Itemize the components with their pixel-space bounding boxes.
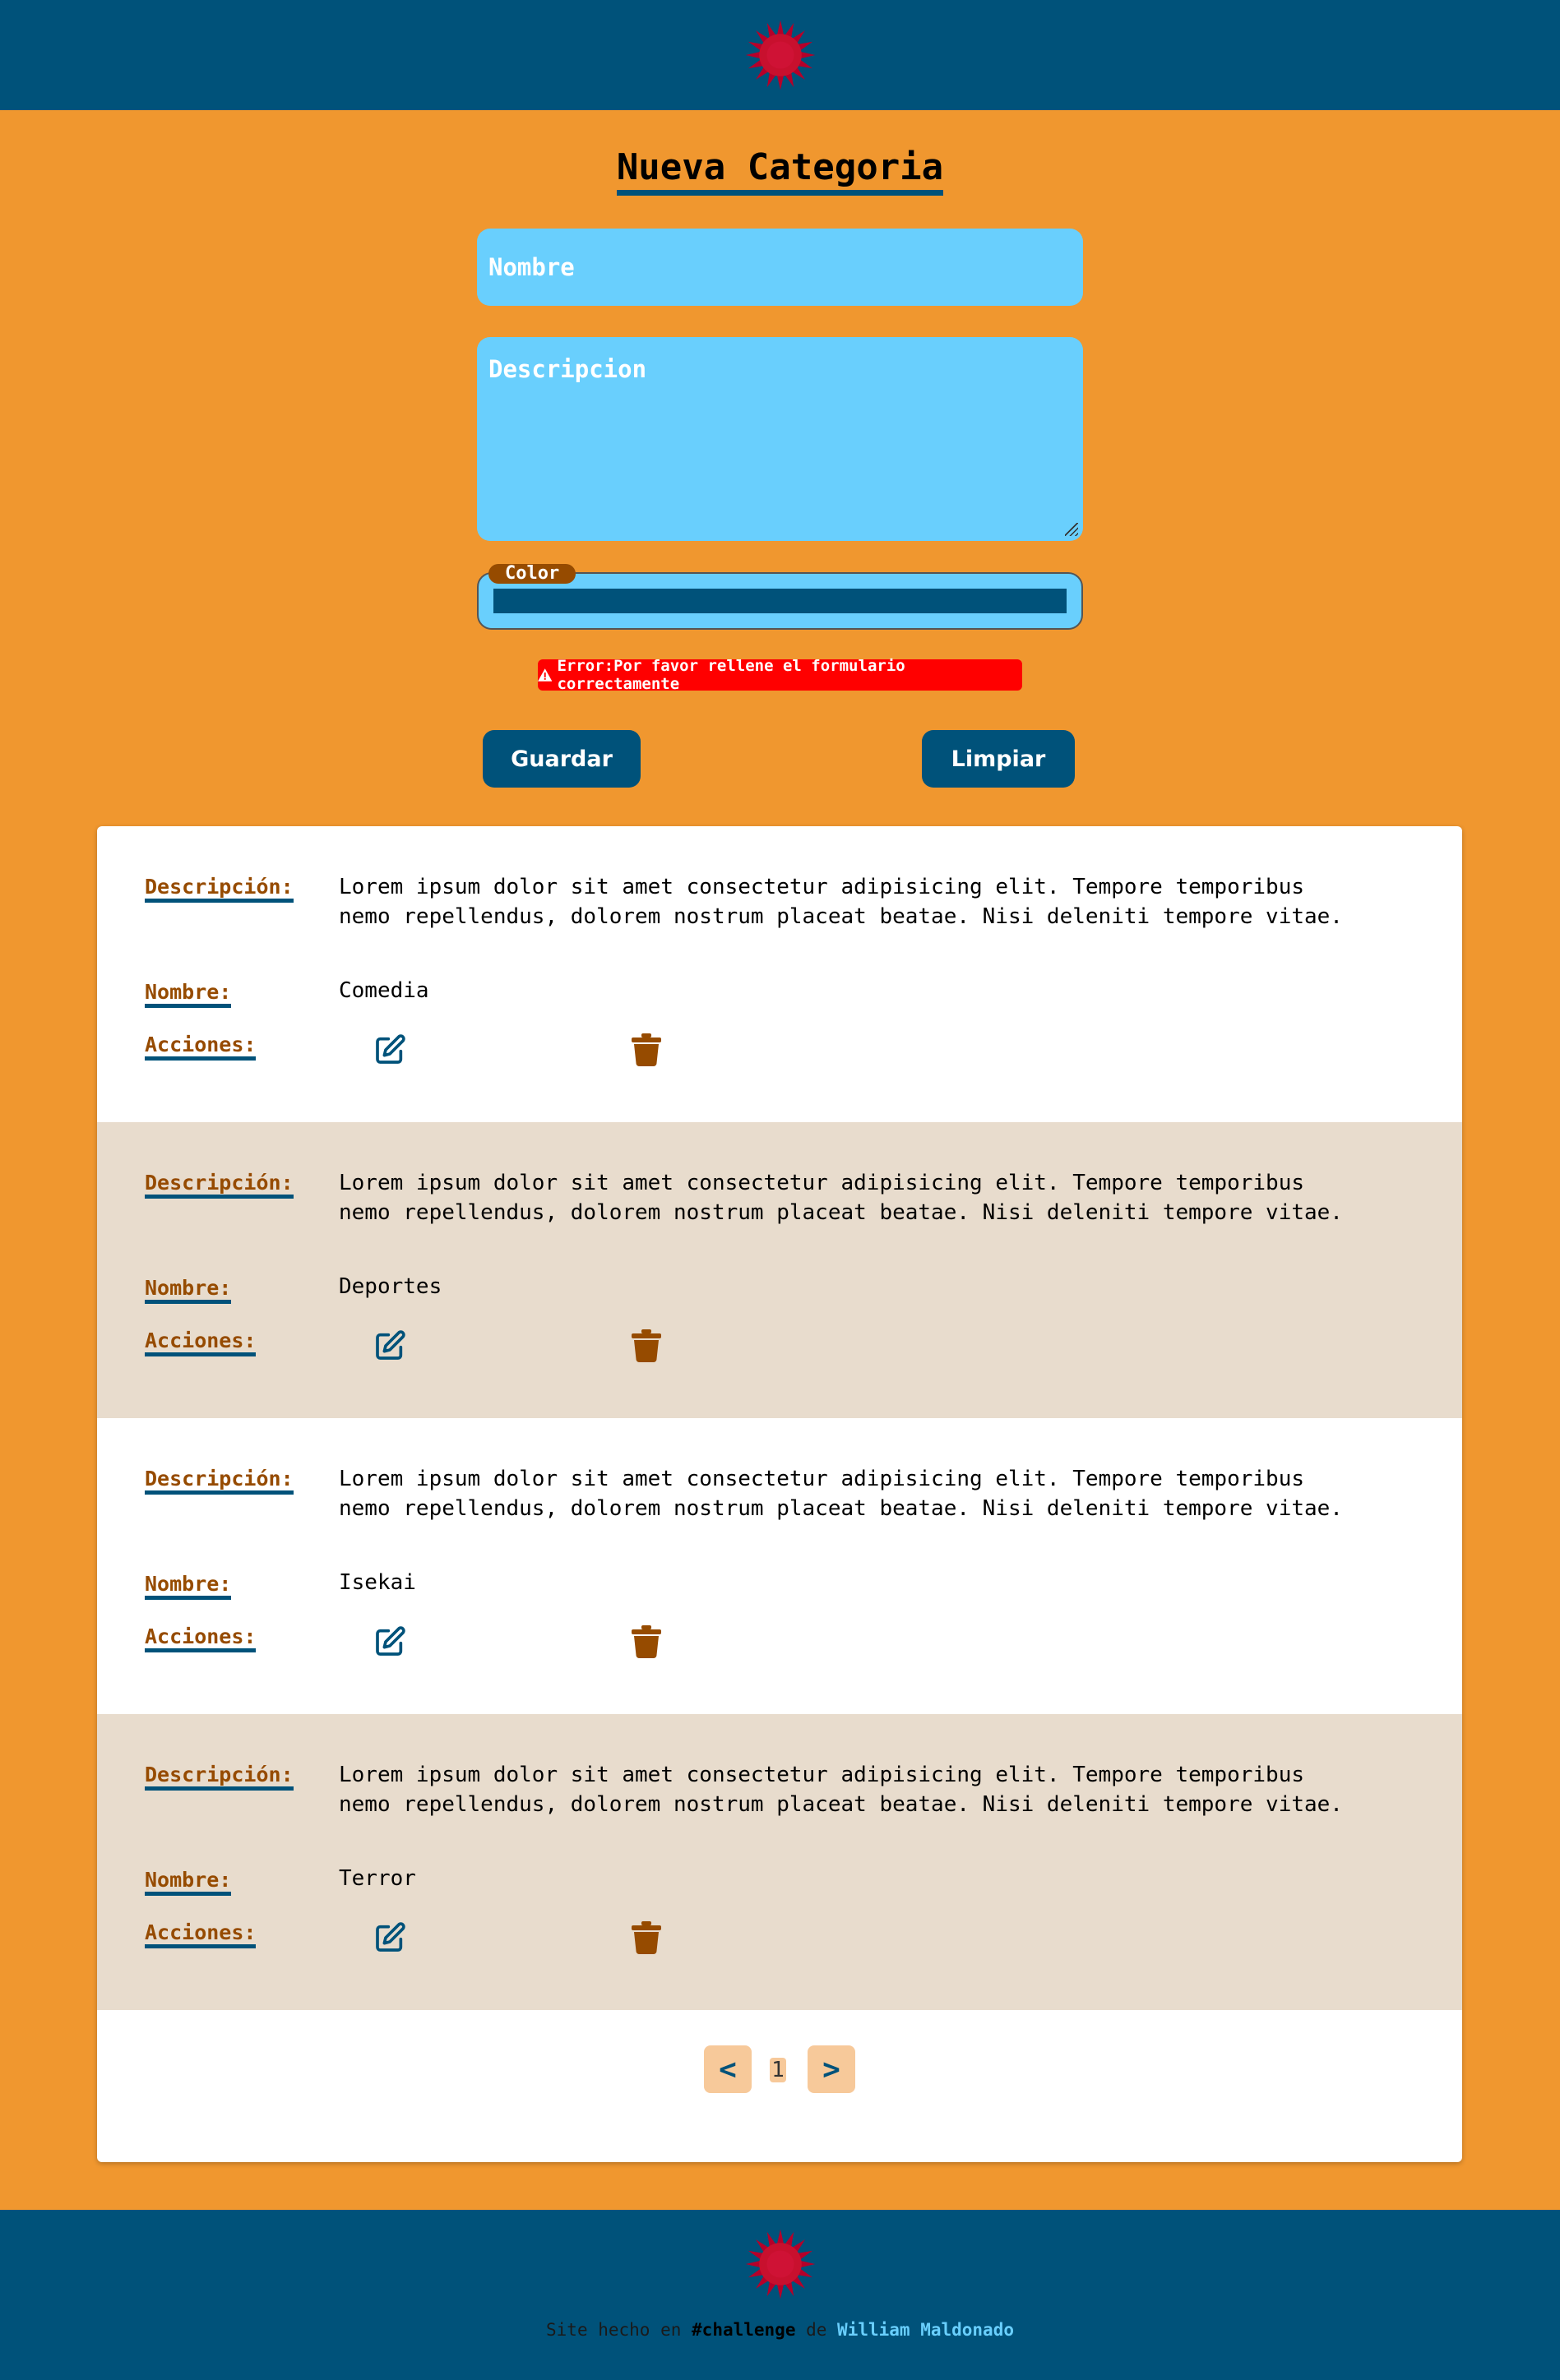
name-placeholder: Nombre [488,253,575,281]
name-label: Nombre: [145,1573,232,1600]
error-message: Error:Por favor rellene el formulario co… [538,657,1022,693]
category-description: Lorem ipsum dolor sit amet consectetur a… [339,1171,1343,1225]
trash-icon[interactable] [628,1328,664,1364]
challenge-tag: #challenge [692,2320,796,2340]
current-page: 1 [770,2058,786,2082]
actions-label: Acciones: [145,1329,257,1356]
edit-icon[interactable] [372,1624,408,1660]
edit-icon[interactable] [372,1032,408,1068]
color-fieldset: Color [477,564,1083,630]
pagination: < 1 > [97,2045,1462,2095]
color-picker[interactable] [493,589,1067,613]
description-label: Descripción: [145,1763,294,1791]
site-footer [0,2210,1560,2380]
category-name: Terror [339,1866,416,1891]
category-description: Lorem ipsum dolor sit amet consectetur a… [339,875,1343,929]
list-item: Descripción: Lorem ipsum dolor sit amet … [97,1714,1462,2010]
page-title: Nueva Categoria [0,146,1560,196]
trash-icon[interactable] [628,1032,664,1068]
description-label: Descripción: [145,1172,294,1199]
description-label: Descripción: [145,1467,294,1495]
description-label: Descripción: [145,876,294,903]
trash-icon[interactable] [628,1624,664,1660]
clear-button[interactable]: Limpiar [922,730,1075,788]
actions-label: Acciones: [145,1921,257,1948]
category-name: Deportes [339,1274,442,1299]
list-item: Descripción: Lorem ipsum dolor sit amet … [97,826,1462,1122]
site-header [0,0,1560,110]
category-list: Descripción: Lorem ipsum dolor sit amet … [97,826,1462,2162]
error-text: Error:Por favor rellene el formulario co… [557,657,905,693]
list-item: Descripción: Lorem ipsum dolor sit amet … [97,1418,1462,1714]
name-label: Nombre: [145,1277,232,1304]
name-label: Nombre: [145,1869,232,1896]
description-textarea[interactable]: Descripcion [477,337,1083,541]
prev-page-button[interactable]: < [704,2045,752,2093]
red-sun-icon[interactable] [743,17,818,93]
actions-label: Acciones: [145,1033,257,1061]
list-item: Descripción: Lorem ipsum dolor sit amet … [97,1122,1462,1418]
footer-credit: Site hecho en #challenge de William Mald… [546,2320,1014,2340]
name-input[interactable]: Nombre [477,229,1083,306]
trash-icon[interactable] [628,1920,664,1956]
category-name: Comedia [339,978,429,1003]
actions-label: Acciones: [145,1625,257,1652]
next-page-button[interactable]: > [808,2045,855,2093]
red-sun-icon [745,2229,816,2299]
resize-grip-icon[interactable] [1065,523,1078,536]
name-label: Nombre: [145,981,232,1008]
save-button[interactable]: Guardar [483,730,641,788]
category-name: Isekai [339,1570,416,1595]
author-link[interactable]: William Maldonado [837,2320,1014,2340]
warning-triangle-icon [538,668,553,682]
category-description: Lorem ipsum dolor sit amet consectetur a… [339,1763,1343,1817]
description-placeholder: Descripcion [488,355,647,383]
edit-icon[interactable] [372,1328,408,1364]
category-description: Lorem ipsum dolor sit amet consectetur a… [339,1467,1343,1521]
edit-icon[interactable] [372,1920,408,1956]
color-label: Color [488,564,576,584]
